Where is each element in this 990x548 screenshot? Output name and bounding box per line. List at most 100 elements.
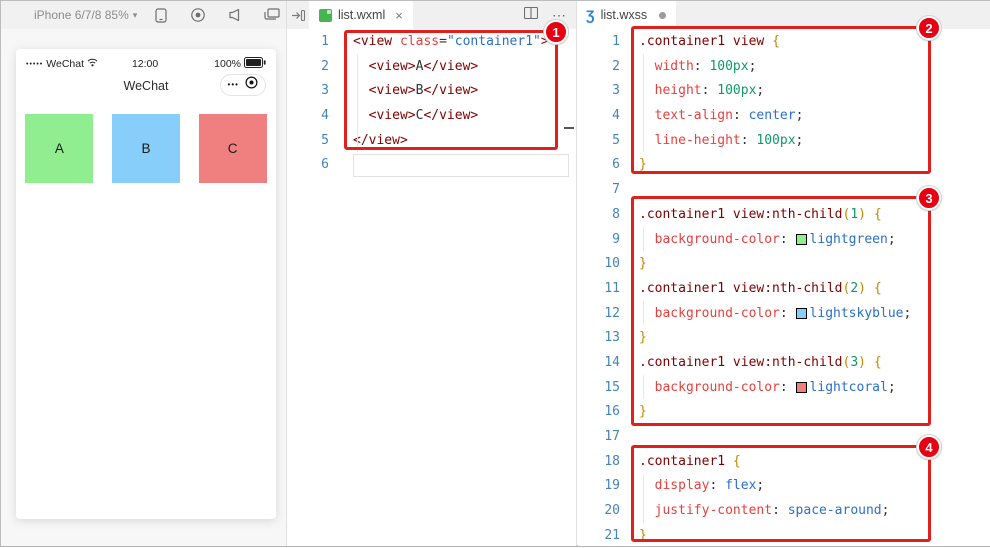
more-dots-icon[interactable]: ••• bbox=[228, 81, 239, 89]
signal-dots: ••••• bbox=[26, 61, 43, 68]
code-line[interactable]: 6} bbox=[578, 153, 990, 178]
line-number: 18 bbox=[578, 450, 620, 475]
code-line[interactable]: 3 height: 100px; bbox=[578, 79, 990, 104]
code-line[interactable]: 19 display: flex; bbox=[578, 474, 990, 499]
line-number: 17 bbox=[578, 425, 620, 450]
line-number: 19 bbox=[578, 474, 620, 499]
code-line[interactable]: 1.container1 view { bbox=[578, 30, 990, 55]
line-number: 16 bbox=[578, 400, 620, 425]
mini-program-navbar: WeChat ••• bbox=[16, 71, 276, 101]
device-preview: ••••• WeChat 12:00 100% WeChat ••• bbox=[16, 49, 276, 519]
code-line[interactable]: 15 background-color: lightcoral; bbox=[578, 376, 990, 401]
close-icon[interactable]: × bbox=[395, 8, 403, 23]
line-number: 14 bbox=[578, 351, 620, 376]
status-time: 12:00 bbox=[76, 58, 214, 70]
chevron-down-icon[interactable]: ▾ bbox=[133, 10, 138, 21]
line-number: 5 bbox=[287, 129, 329, 154]
code-line[interactable]: 1<view class="container1"> bbox=[287, 30, 576, 55]
dock-right-icon[interactable] bbox=[287, 1, 309, 29]
status-bar: ••••• WeChat 12:00 100% bbox=[16, 49, 276, 71]
line-number: 3 bbox=[578, 79, 620, 104]
wxss-code-area[interactable]: 1.container1 view {2 width: 100px;3 heig… bbox=[578, 29, 990, 548]
container1-preview: A B C bbox=[16, 114, 276, 183]
speaker-icon[interactable] bbox=[227, 7, 243, 23]
indent-guide bbox=[643, 301, 644, 325]
wxml-code-area[interactable]: 1<view class="container1">2 <view>A</vie… bbox=[287, 29, 576, 178]
line-number: 21 bbox=[578, 524, 620, 548]
code-line[interactable]: 5</view> bbox=[287, 129, 576, 154]
line-number: 6 bbox=[287, 153, 329, 178]
split-editor-icon[interactable] bbox=[524, 6, 538, 24]
line-number: 8 bbox=[578, 203, 620, 228]
record-icon[interactable] bbox=[190, 7, 206, 23]
multi-window-icon[interactable] bbox=[264, 7, 280, 23]
code-line[interactable]: 8.container1 view:nth-child(1) { bbox=[578, 203, 990, 228]
overview-ruler-mark bbox=[564, 127, 574, 129]
code-line[interactable]: 11.container1 view:nth-child(2) { bbox=[578, 277, 990, 302]
code-line[interactable]: 4 <view>C</view> bbox=[287, 104, 576, 129]
wxml-tab-bar: list.wxml × ⋯ bbox=[287, 1, 576, 29]
code-line[interactable]: 2 <view>A</view> bbox=[287, 55, 576, 80]
code-line[interactable]: 7 bbox=[578, 178, 990, 203]
line-number: 10 bbox=[578, 252, 620, 277]
line-number: 7 bbox=[578, 178, 620, 203]
code-line[interactable]: 12 background-color: lightskyblue; bbox=[578, 302, 990, 327]
wxss-file-icon: Ʒ bbox=[586, 8, 595, 22]
code-line[interactable]: 21} bbox=[578, 524, 990, 548]
indent-guide bbox=[643, 227, 644, 251]
line-number: 15 bbox=[578, 376, 620, 401]
wxml-file-icon bbox=[319, 9, 332, 22]
line-number: 4 bbox=[578, 104, 620, 129]
line-number: 1 bbox=[287, 30, 329, 55]
tab-label: list.wxml bbox=[338, 8, 385, 22]
code-line[interactable]: 5 line-height: 100px; bbox=[578, 129, 990, 154]
line-number: 12 bbox=[578, 302, 620, 327]
code-line[interactable]: 10} bbox=[578, 252, 990, 277]
wxss-editor-panel: Ʒ list.wxss 1.container1 view {2 width: … bbox=[578, 1, 990, 546]
indent-guide bbox=[643, 375, 644, 399]
color-swatch[interactable] bbox=[796, 234, 807, 245]
indent-guide bbox=[643, 474, 644, 523]
battery-percent: 100% bbox=[214, 58, 241, 70]
capsule-menu[interactable]: ••• bbox=[220, 74, 266, 96]
wxss-tab-bar: Ʒ list.wxss bbox=[578, 1, 990, 29]
code-line[interactable]: 4 text-align: center; bbox=[578, 104, 990, 129]
code-line[interactable]: 16} bbox=[578, 400, 990, 425]
code-line[interactable]: 6 bbox=[287, 153, 576, 178]
page-title: WeChat bbox=[124, 79, 169, 93]
simulator-panel: iPhone 6/7/8 85% ▾ ••••• WeChat bbox=[1, 1, 287, 546]
indent-guide bbox=[357, 54, 358, 152]
code-line[interactable]: 14.container1 view:nth-child(3) { bbox=[578, 351, 990, 376]
code-line[interactable]: 9 background-color: lightgreen; bbox=[578, 228, 990, 253]
tab-list-wxml[interactable]: list.wxml × bbox=[309, 1, 413, 29]
tab-label: list.wxss bbox=[601, 8, 648, 22]
color-swatch[interactable] bbox=[796, 308, 807, 319]
code-line[interactable]: 13} bbox=[578, 326, 990, 351]
modified-dot[interactable] bbox=[659, 12, 666, 19]
simulator-toolbar: iPhone 6/7/8 85% ▾ bbox=[1, 1, 286, 29]
line-number: 13 bbox=[578, 326, 620, 351]
code-line[interactable]: 2 width: 100px; bbox=[578, 55, 990, 80]
code-line[interactable]: 3 <view>B</view> bbox=[287, 79, 576, 104]
line-number: 11 bbox=[578, 277, 620, 302]
line-number: 1 bbox=[578, 30, 620, 55]
code-line[interactable]: 17 bbox=[578, 425, 990, 450]
wxml-editor-panel: list.wxml × ⋯ 1<view class="container1">… bbox=[287, 1, 577, 546]
view-box-a[interactable]: A bbox=[25, 114, 93, 183]
line-number: 9 bbox=[578, 228, 620, 253]
code-line[interactable]: 20 justify-content: space-around; bbox=[578, 499, 990, 524]
tab-list-wxss[interactable]: Ʒ list.wxss bbox=[578, 1, 676, 29]
color-swatch[interactable] bbox=[796, 382, 807, 393]
line-number: 3 bbox=[287, 79, 329, 104]
view-box-c[interactable]: C bbox=[199, 114, 267, 183]
indent-guide bbox=[643, 54, 644, 152]
exit-target-icon[interactable] bbox=[245, 76, 258, 94]
device-selector[interactable]: iPhone 6/7/8 85% bbox=[34, 8, 129, 22]
code-line[interactable]: 18.container1 { bbox=[578, 450, 990, 475]
view-box-b[interactable]: B bbox=[112, 114, 180, 183]
phone-rotate-icon[interactable] bbox=[153, 7, 169, 23]
line-number: 2 bbox=[287, 55, 329, 80]
line-number: 4 bbox=[287, 104, 329, 129]
line-number: 2 bbox=[578, 55, 620, 80]
more-actions-icon[interactable]: ⋯ bbox=[552, 7, 566, 24]
